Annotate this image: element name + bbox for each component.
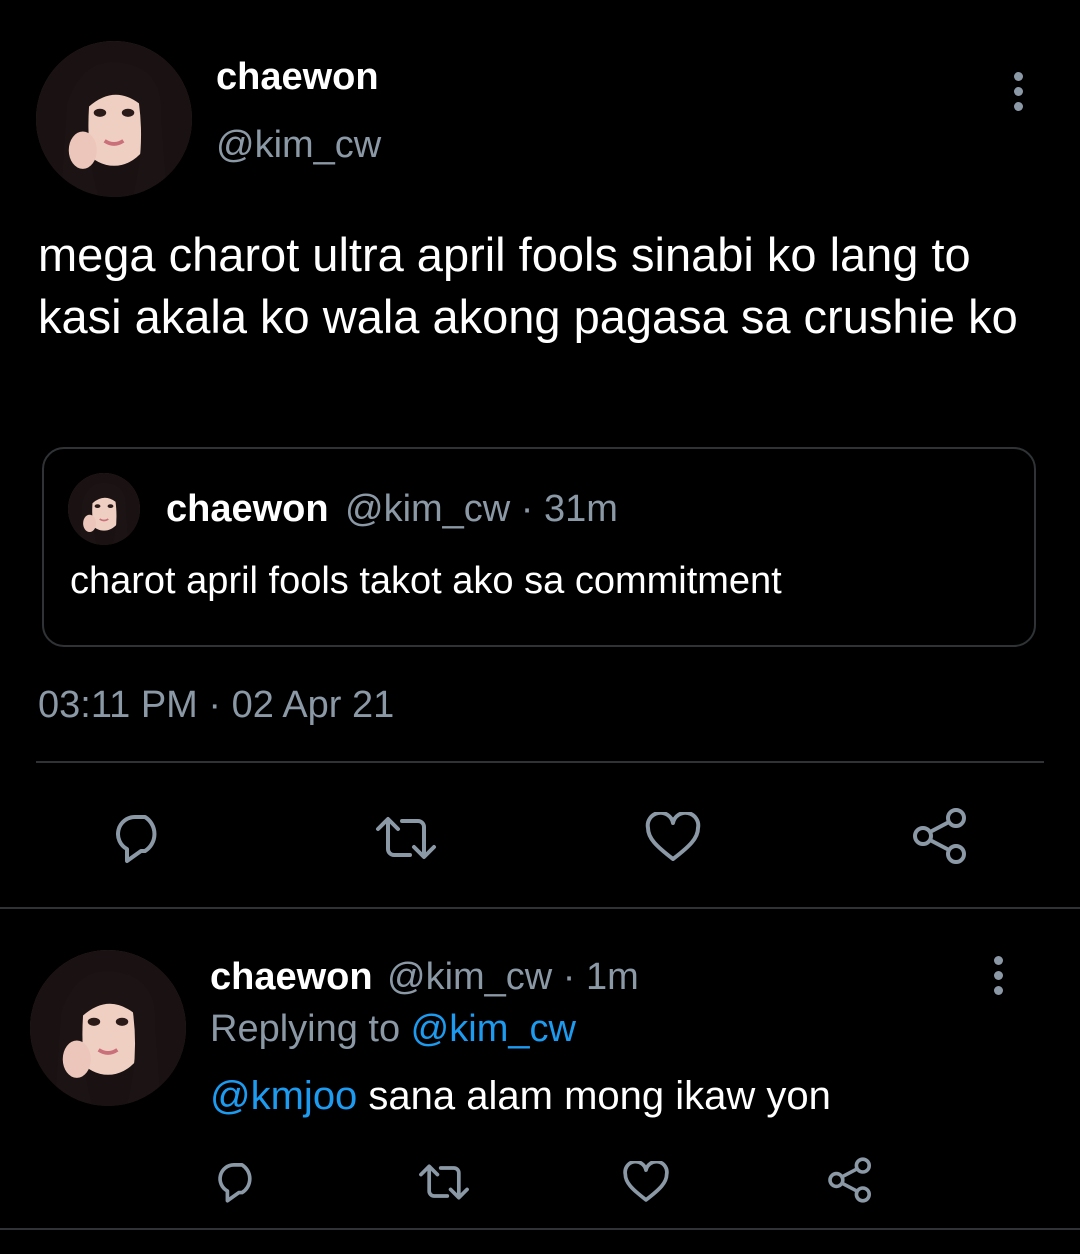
quoted-avatar [68,473,140,545]
share-icon [828,1157,871,1203]
more-vertical-icon[interactable] [984,956,1012,1000]
reply-body: sana alam mong ikaw yon [357,1074,831,1118]
like-button[interactable] [640,806,706,870]
quoted-tweet-card[interactable] [42,447,1036,647]
avatar[interactable] [36,41,192,197]
like-button[interactable] [620,1156,672,1208]
tweet-timestamp[interactable]: 03:11 PM · 02 Apr 21 [38,684,394,727]
reply-icon [116,815,157,863]
replying-to-line: Replying to @kim_cw [210,1008,576,1051]
retweet-button[interactable] [370,806,442,870]
mention-link[interactable]: @kmjoo [210,1074,357,1118]
retweet-icon [419,1164,469,1200]
share-button[interactable] [908,804,972,868]
tweet-text: mega charot ultra april fools sinabi ko … [38,228,1018,343]
retweet-icon [376,817,436,859]
share-icon [913,808,966,864]
divider [36,761,1044,763]
reply-meta: @kim_cw · 1m [387,956,639,998]
replying-prefix: Replying to [210,1008,411,1050]
reply-tweet-text: @kmjoo sana alam mong ikaw yon [210,1074,831,1119]
share-button[interactable] [824,1154,876,1206]
like-icon [645,812,701,861]
retweet-button[interactable] [414,1156,474,1208]
reply-author-name[interactable]: chaewon [210,956,373,999]
author-name[interactable]: chaewon [216,56,379,99]
divider [0,907,1080,909]
author-handle[interactable]: @kim_cw [216,124,381,167]
quoted-tweet-text: charot april fools takot ako sa commitme… [70,560,782,602]
reply-avatar[interactable] [30,950,186,1106]
quoted-meta: @kim_cw · 31m [345,488,618,530]
divider [0,1228,1080,1230]
reply-button[interactable] [108,806,172,870]
reply-button[interactable] [212,1156,264,1208]
reply-icon [218,1163,252,1203]
like-icon [623,1160,669,1202]
quoted-author-name: chaewon [166,488,329,530]
replying-to-handle[interactable]: @kim_cw [411,1008,576,1050]
more-vertical-icon[interactable] [1004,72,1032,116]
